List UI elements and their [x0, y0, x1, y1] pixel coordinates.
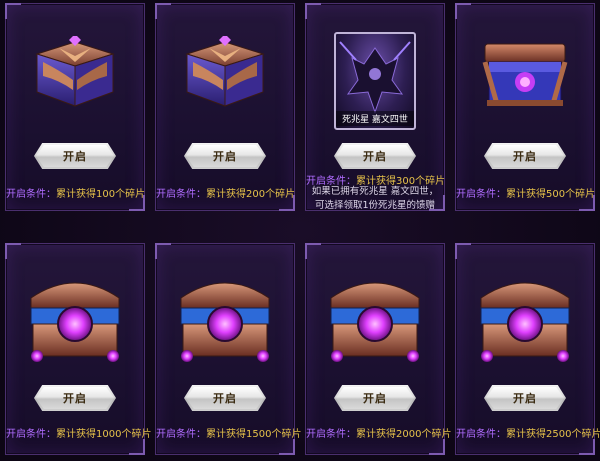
open-button[interactable]: 开启 — [184, 143, 266, 169]
open-condition: 开启条件：累计获得1500个碎片 — [156, 429, 302, 440]
reward-card-2: 开启 开启条件：累计获得200个碎片 — [155, 3, 295, 211]
treasure-chest-icon — [480, 282, 570, 362]
duplicate-note-line-1: 如果已拥有死兆星 嘉文四世， — [311, 186, 439, 197]
open-condition: 开启条件：累计获得500个碎片 — [456, 189, 596, 200]
reward-grid: 开启 开启条件：累计获得100个碎片 开启 开启条件：累计获得200个碎片 死兆… — [0, 0, 600, 461]
open-button[interactable]: 开启 — [334, 385, 416, 411]
open-button[interactable]: 开启 — [34, 385, 116, 411]
open-button[interactable]: 开启 — [484, 385, 566, 411]
open-condition: 开启条件：累计获得2000个碎片 — [306, 429, 452, 440]
treasure-chest-icon — [482, 43, 568, 106]
portrait-name: 死兆星 嘉文四世 — [336, 111, 414, 126]
open-condition: 开启条件：累计获得200个碎片 — [156, 189, 296, 200]
open-condition: 开启条件：累计获得100个碎片 — [6, 189, 146, 200]
reward-card-3: 死兆星 嘉文四世 开启 开启条件：累计获得300个碎片 如果已拥有死兆星 嘉文四… — [305, 3, 445, 211]
duplicate-note-line-2: 可选择领取1份死兆星的馈赠 — [314, 200, 436, 211]
treasure-chest-icon — [180, 282, 270, 362]
treasure-chest-icon — [185, 36, 265, 107]
reward-card-4: 开启 开启条件：累计获得500个碎片 — [455, 3, 595, 211]
open-button[interactable]: 开启 — [484, 143, 566, 169]
open-condition: 开启条件：累计获得1000个碎片 — [6, 429, 152, 440]
open-button[interactable]: 开启 — [34, 143, 116, 169]
reward-card-6: 开启 开启条件：累计获得1500个碎片 — [155, 243, 302, 455]
champion-skin-portrait: 死兆星 嘉文四世 — [334, 32, 416, 130]
reward-card-1: 开启 开启条件：累计获得100个碎片 — [5, 3, 145, 211]
reward-card-5: 开启 开启条件：累计获得1000个碎片 — [5, 243, 152, 455]
open-button[interactable]: 开启 — [184, 385, 266, 411]
treasure-chest-icon — [330, 282, 420, 362]
open-button[interactable]: 开启 — [334, 143, 416, 169]
reward-card-8: 开启 开启条件：累计获得2500个碎片 — [455, 243, 600, 455]
reward-card-7: 开启 开启条件：累计获得2000个碎片 — [305, 243, 452, 455]
treasure-chest-icon — [30, 282, 120, 362]
open-condition: 开启条件：累计获得2500个碎片 — [456, 429, 600, 440]
treasure-chest-icon — [35, 36, 115, 107]
